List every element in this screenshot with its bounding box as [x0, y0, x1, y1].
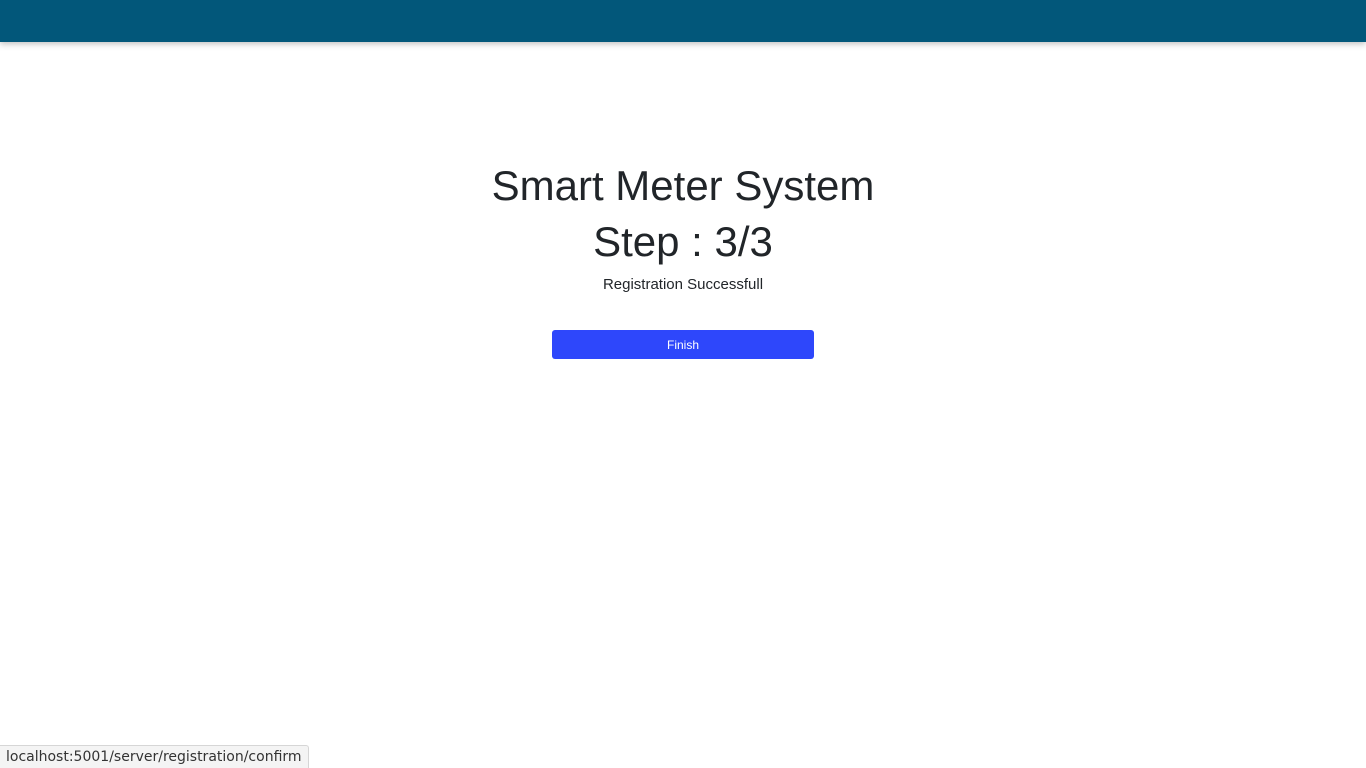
finish-button[interactable]: Finish [552, 330, 814, 359]
top-navbar [0, 0, 1366, 42]
registration-status-message: Registration Successfull [602, 276, 764, 293]
step-indicator: Step : 3/3 [593, 218, 773, 265]
browser-status-url: localhost:5001/server/registration/confi… [0, 745, 309, 768]
page-title: Smart Meter System [491, 162, 875, 209]
